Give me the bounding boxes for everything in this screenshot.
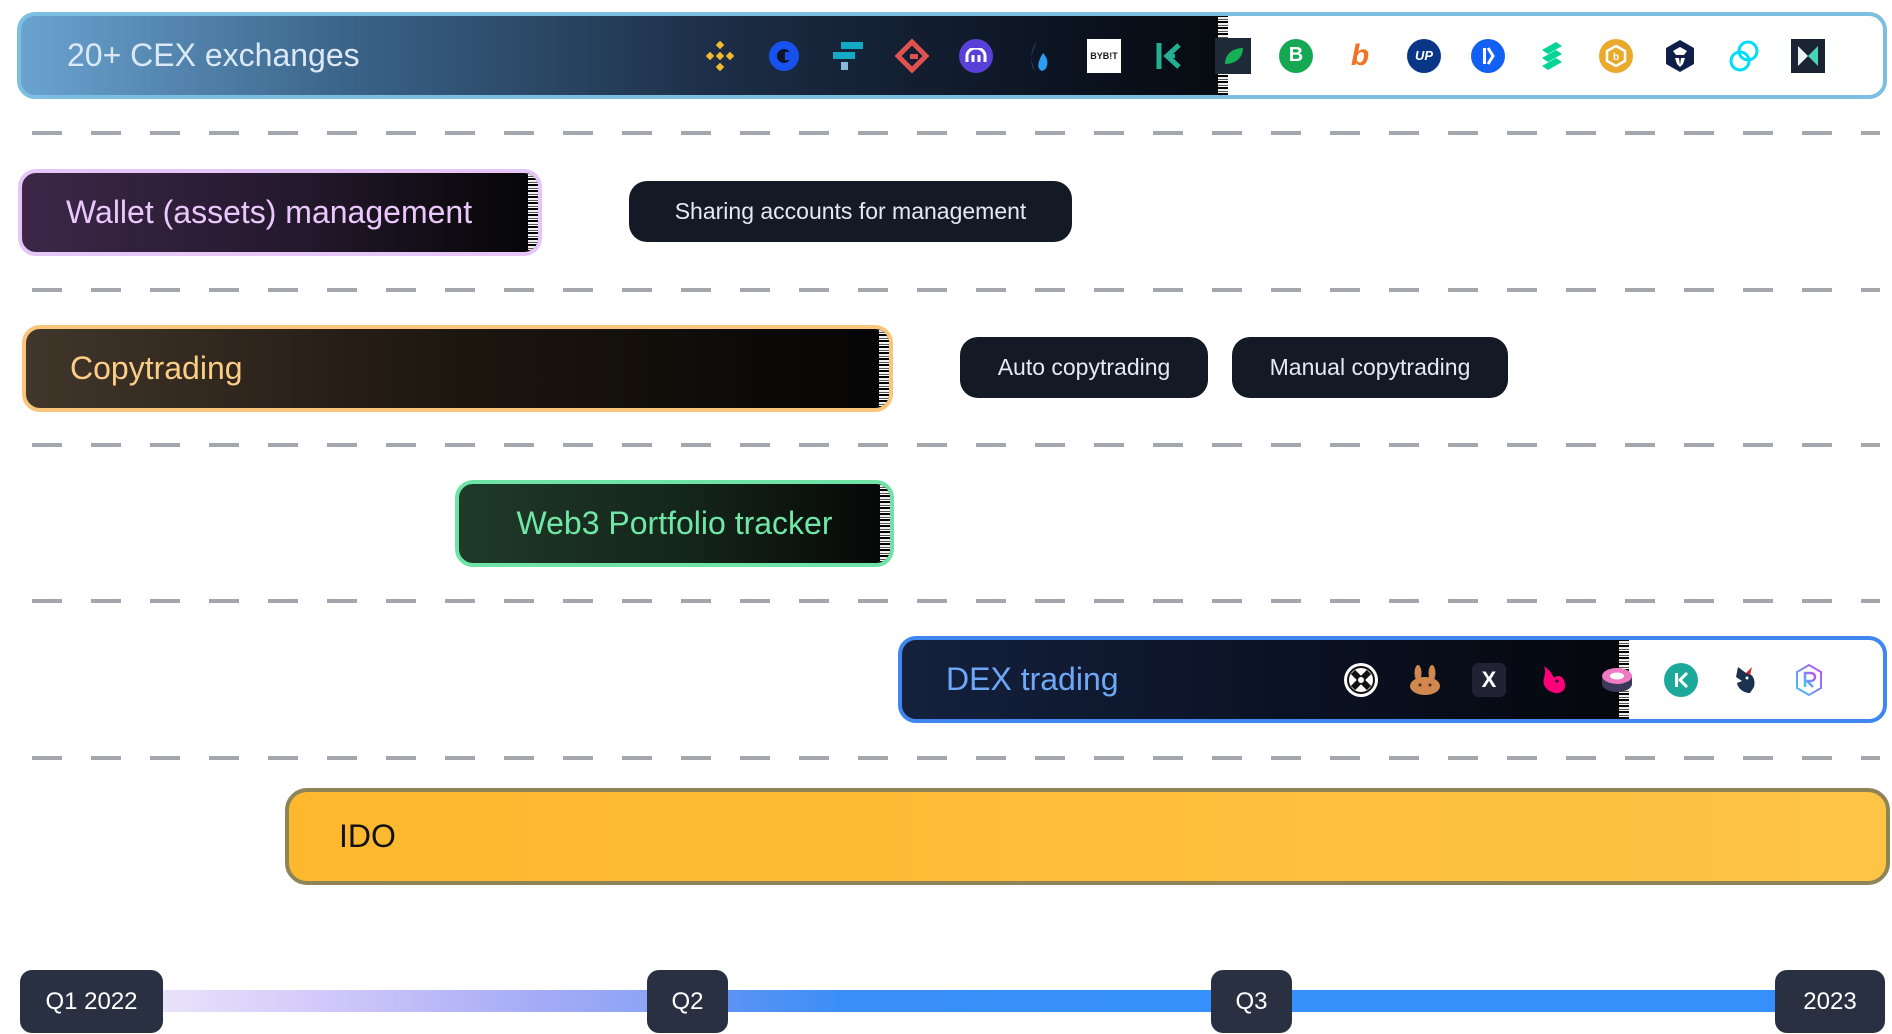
auto-copytrading-pill: Auto copytrading bbox=[960, 337, 1208, 398]
timeline-milestone-q3: Q3 bbox=[1211, 970, 1292, 1033]
kyberswap-icon bbox=[1664, 662, 1698, 697]
row-separator bbox=[32, 443, 1880, 447]
dex-trading-bar: DEX trading X bbox=[898, 636, 1887, 723]
dex-label: DEX trading bbox=[946, 661, 1119, 697]
upbit-icon: UP bbox=[1407, 38, 1441, 73]
wallet-management-bar: Wallet (assets) management bbox=[18, 169, 542, 256]
uniswap-icon bbox=[1536, 663, 1570, 697]
gradient-edge bbox=[880, 484, 890, 563]
binance-icon bbox=[703, 39, 737, 73]
row-separator bbox=[32, 756, 1880, 760]
timeline-milestone-2023: 2023 bbox=[1775, 970, 1885, 1033]
bithumb-icon: b bbox=[1350, 38, 1370, 72]
hotbit-icon bbox=[1791, 38, 1825, 73]
compound-icon bbox=[1535, 39, 1569, 73]
gateio-icon bbox=[895, 38, 929, 73]
copytrading-bar: Copytrading bbox=[22, 325, 893, 412]
row-separator bbox=[32, 288, 1880, 292]
ido-bar: IDO bbox=[285, 788, 1890, 885]
gradient-edge bbox=[879, 329, 889, 408]
crypto-com-icon bbox=[1663, 39, 1697, 73]
timeline-track-q3-2023 bbox=[1285, 990, 1785, 1012]
sushiswap-icon bbox=[1600, 663, 1634, 697]
bybit-icon: BYB!T bbox=[1087, 38, 1121, 73]
cex-exchanges-bar: 20+ CEX exchanges BYB!T B b UP b bbox=[17, 12, 1887, 99]
1inch-icon bbox=[1728, 663, 1762, 697]
sharing-accounts-pill: Sharing accounts for management bbox=[629, 181, 1072, 242]
bitso-icon bbox=[1471, 38, 1505, 73]
web3-portfolio-tracker-bar: Web3 Portfolio tracker bbox=[455, 480, 894, 567]
kraken-icon bbox=[959, 38, 993, 73]
cex-label: 20+ CEX exchanges bbox=[67, 37, 360, 73]
gradient-edge bbox=[528, 173, 538, 252]
bitrue-icon: b bbox=[1599, 38, 1633, 73]
raydium-icon bbox=[1792, 663, 1826, 697]
dydx-icon: X bbox=[1472, 662, 1506, 697]
coinbase-icon bbox=[767, 39, 801, 73]
timeline-milestone-q1-2022: Q1 2022 bbox=[20, 970, 163, 1033]
timeline-track-q1-q2 bbox=[150, 990, 660, 1012]
huobi-icon bbox=[1023, 39, 1057, 73]
row-separator bbox=[32, 131, 1880, 135]
row-separator bbox=[32, 599, 1880, 603]
timeline-milestone-q2: Q2 bbox=[647, 970, 728, 1033]
svg-text:b: b bbox=[1613, 52, 1619, 63]
web3-label: Web3 Portfolio tracker bbox=[516, 505, 833, 541]
gemini-icon bbox=[1727, 39, 1761, 73]
0x-icon bbox=[1344, 662, 1378, 697]
timeline-track-q2-q3 bbox=[720, 990, 1220, 1012]
manual-copytrading-pill: Manual copytrading bbox=[1232, 337, 1508, 398]
ido-label: IDO bbox=[339, 818, 396, 854]
ftx-icon bbox=[831, 39, 865, 73]
bittrex-icon: B bbox=[1279, 38, 1313, 73]
wallet-label: Wallet (assets) management bbox=[66, 194, 473, 230]
copytrading-label: Copytrading bbox=[70, 350, 243, 386]
kucoin-icon bbox=[1151, 39, 1185, 73]
pancakeswap-icon bbox=[1408, 663, 1442, 697]
bitfinex-icon bbox=[1215, 37, 1251, 74]
